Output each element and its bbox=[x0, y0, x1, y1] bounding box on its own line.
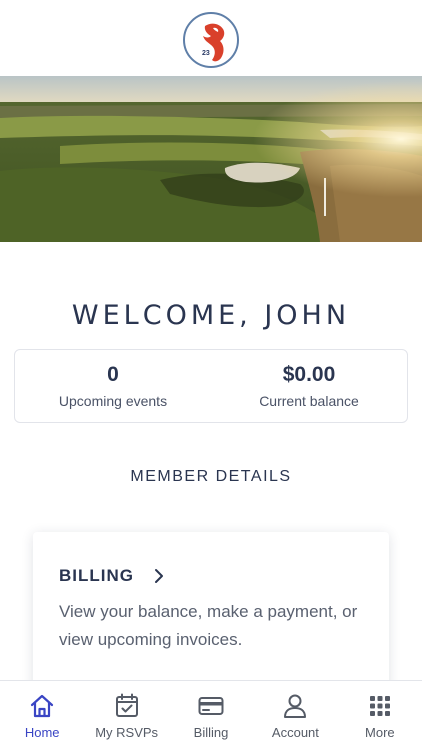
tab-my-rsvps[interactable]: My RSVPs bbox=[84, 681, 168, 750]
credit-card-icon bbox=[198, 697, 224, 715]
current-balance-label: Current balance bbox=[259, 393, 359, 409]
tab-my-rsvps-label: My RSVPs bbox=[95, 725, 159, 740]
upcoming-events-count: 0 bbox=[107, 363, 119, 386]
hero-image bbox=[0, 76, 422, 242]
tab-account-label: Account bbox=[271, 725, 319, 740]
billing-card-description: View your balance, make a payment, or vi… bbox=[59, 602, 358, 649]
tab-home-label: Home bbox=[24, 725, 60, 740]
tab-billing-label: Billing bbox=[193, 725, 229, 740]
welcome-heading: WELCOME, JOHN bbox=[71, 300, 351, 331]
logo-number: 23 bbox=[202, 50, 210, 57]
grid-icon bbox=[369, 696, 390, 716]
tab-billing[interactable]: Billing bbox=[169, 681, 253, 750]
home-icon bbox=[31, 694, 54, 718]
current-balance-value: $0.00 bbox=[282, 363, 336, 386]
tab-more[interactable]: More bbox=[338, 681, 422, 750]
chevron-right-icon bbox=[155, 569, 163, 583]
bird-logo-icon bbox=[203, 23, 225, 62]
billing-card-title: BILLING bbox=[59, 566, 134, 585]
tab-account[interactable]: Account bbox=[253, 681, 337, 750]
member-details-heading: MEMBER DETAILS bbox=[130, 468, 292, 485]
bottom-tab-bar: Home My RSVPs Billing Account More bbox=[0, 680, 422, 750]
stats-panel: 0 Upcoming events $0.00 Current balance bbox=[14, 349, 408, 423]
club-logo: 23 bbox=[183, 12, 239, 68]
calendar-check-icon bbox=[115, 693, 138, 717]
current-balance-stat[interactable]: $0.00 Current balance bbox=[211, 350, 407, 422]
tab-home[interactable]: Home bbox=[0, 681, 84, 750]
billing-card-header: BILLING bbox=[59, 566, 164, 586]
user-icon bbox=[284, 694, 307, 718]
upcoming-events-stat[interactable]: 0 Upcoming events bbox=[15, 350, 211, 422]
tab-more-label: More bbox=[365, 725, 395, 740]
upcoming-events-label: Upcoming events bbox=[58, 393, 168, 409]
logo-container: 23 bbox=[0, 12, 422, 68]
